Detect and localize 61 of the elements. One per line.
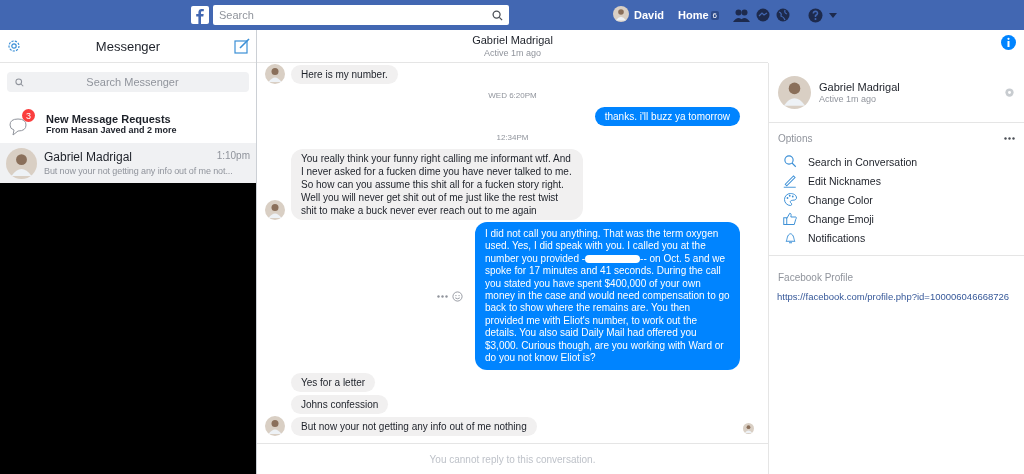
section-label: Facebook Profile xyxy=(777,271,855,285)
option-item[interactable]: Change Emoji xyxy=(769,209,1024,228)
caret-icon[interactable] xyxy=(829,12,837,18)
avatar-icon xyxy=(265,200,285,220)
avatar-icon xyxy=(265,64,285,84)
timestamp: WED 6:20PM xyxy=(488,91,537,100)
palette-icon xyxy=(783,192,798,207)
compose-icon[interactable] xyxy=(234,38,250,54)
contact-name: Gabriel Madrigal xyxy=(819,81,901,93)
settings-icon[interactable] xyxy=(6,38,22,54)
user-name[interactable]: David xyxy=(634,9,664,21)
active-status: Active 1m ago xyxy=(484,48,541,58)
message-bubble: You really think your funny right calling me informant wtf. And I never asked for a fucken dime you have never talked to me. So how can you assume this shit all for a fucken story right. Well you will never get shit out of me just like the rest twist shit to make a buck never ever reach out to me again xyxy=(291,149,583,220)
message-time: 1:10pm xyxy=(216,150,250,163)
option-item[interactable]: Notifications xyxy=(769,228,1024,247)
home-link[interactable]: Home xyxy=(677,9,709,21)
search-icon xyxy=(783,154,798,169)
option-item[interactable]: Edit Nicknames xyxy=(769,171,1024,190)
conversation-title: Gabriel Madrigal xyxy=(472,34,553,46)
avatar-icon xyxy=(778,76,811,109)
count-badge: 3 xyxy=(22,109,35,122)
logo-icon[interactable] xyxy=(191,6,209,24)
contact-name: Gabriel Madrigal xyxy=(44,150,133,164)
message-bubble: Yes for a letter xyxy=(291,373,376,393)
reply-notice: You cannot reply to this conversation. xyxy=(257,443,768,474)
thumbs-up-icon xyxy=(783,211,798,226)
message-bubble: Here is my number. xyxy=(291,65,398,84)
chat-bubbles-icon xyxy=(8,115,30,139)
requests-subtitle: From Hasan Javed and 2 more xyxy=(46,125,177,135)
emoji-icon[interactable] xyxy=(452,290,463,302)
friends-icon[interactable] xyxy=(733,8,750,22)
section-label: Options xyxy=(778,133,813,144)
option-item[interactable]: Change Color xyxy=(769,190,1024,209)
message-preview: But now your not getting any info out of me not... xyxy=(44,166,234,176)
chat-icon[interactable] xyxy=(756,8,770,22)
message-bubble: Johns confession xyxy=(291,395,389,415)
message-bubble: thanks. i'll buzz ya tomorrow xyxy=(594,107,740,126)
conversation-item[interactable]: Gabriel Madrigal 1:10pm But now your not getting any info out of me not... xyxy=(0,143,256,183)
info-icon[interactable] xyxy=(1001,35,1016,50)
message-bubble: I did not call you anything. That was the term oxygen used. Yes, I did speak with you. I called you at the number you provided - -- on Oct. 5 and we spoke for 17 minutes and 41 seconds. During the call you stated you have spent $400,000 of your own money in the case and would need compensation to go back to show where the remains are. You then provided me with Eliot's number, to work out the details. You also said Daily Mail had offered you $3,000. Curious though, are you working with Ward or do you not know Eliot is? xyxy=(475,222,740,371)
active-status: Active 1m ago xyxy=(819,94,878,104)
bell-icon xyxy=(783,230,798,245)
sidebar-title: Messenger xyxy=(95,38,161,54)
home-badge: 6 xyxy=(710,10,719,20)
option-item[interactable]: Search in Conversation xyxy=(769,152,1024,171)
search-icon[interactable] xyxy=(492,9,503,21)
timestamp: 12:34PM xyxy=(496,133,529,142)
profile-link[interactable]: https://facebook.com/profile.php?id=100006046668726 xyxy=(769,291,1024,302)
search-icon xyxy=(15,77,24,87)
avatar-icon xyxy=(6,147,37,179)
globe-icon[interactable] xyxy=(776,8,790,22)
redaction-mark xyxy=(585,255,641,264)
settings-icon[interactable] xyxy=(1004,87,1015,98)
avatar-icon xyxy=(265,416,285,437)
avatar-icon xyxy=(613,6,629,22)
avatar-icon xyxy=(743,423,754,435)
requests-title[interactable]: New Message Requests xyxy=(46,113,177,125)
pencil-icon xyxy=(783,173,798,188)
message-bubble: But now your not getting any info out of me nothing xyxy=(291,417,537,437)
more-icon[interactable] xyxy=(1004,137,1015,140)
help-icon[interactable] xyxy=(808,7,823,23)
